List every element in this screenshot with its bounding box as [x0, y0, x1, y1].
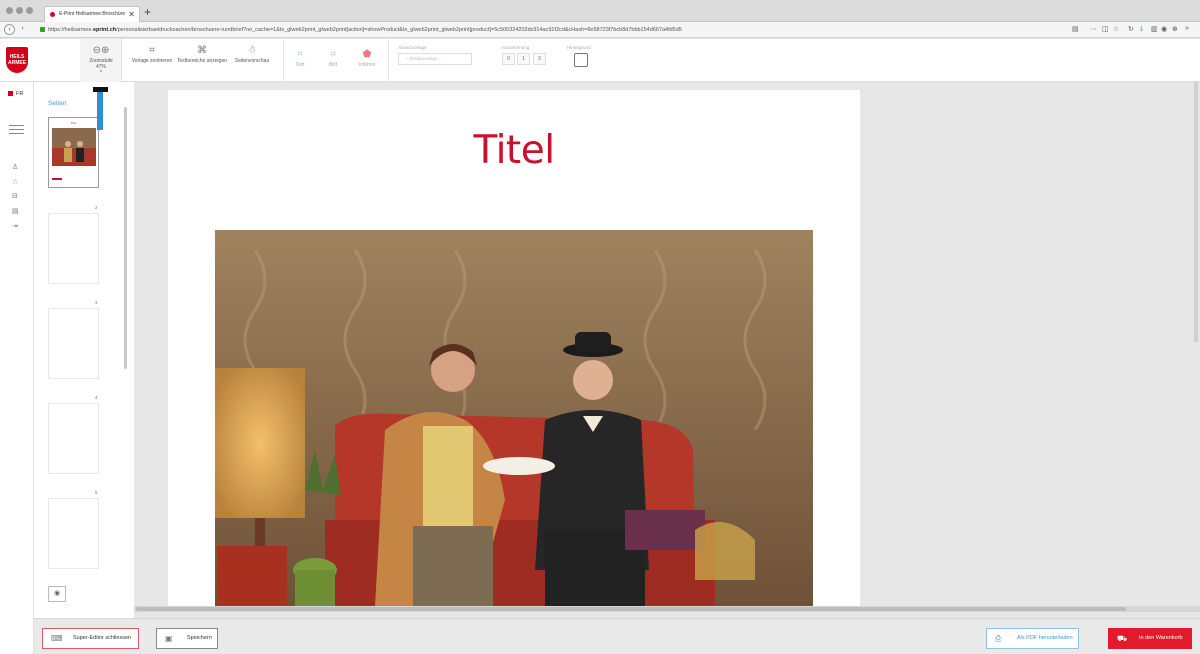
page-number: 4 [95, 395, 98, 400]
bookmark-star-icon[interactable]: ☆ [1113, 25, 1119, 33]
new-tab-icon[interactable]: + [144, 5, 151, 19]
address-field[interactable]: https://heilsarmee.eprint.ch/personalisi… [40, 24, 1060, 36]
sync-icon[interactable]: ⊕ [1172, 25, 1178, 33]
extension-icon[interactable]: ◉ [1161, 25, 1167, 33]
thumb-title: Titel [70, 121, 77, 125]
horizontal-scroll-thumb[interactable] [136, 607, 1126, 611]
reader-icon[interactable]: ▤ [1072, 25, 1079, 33]
page-thumb-2[interactable] [48, 213, 99, 284]
add-to-cart-label: In den Warenkorb [1139, 635, 1183, 641]
cart-add-icon: ⛟ [1117, 634, 1128, 643]
reload-icon[interactable]: ↻ [1128, 25, 1134, 33]
background-label: Hintergrund [567, 45, 591, 50]
emphasis-option-2[interactable]: 2 [533, 53, 546, 65]
url-rest: /personalisierbaeldrucksachen/broschuere… [116, 27, 682, 33]
infobox-label: Infobox [358, 62, 376, 68]
zoom-slider-handle[interactable] [97, 92, 103, 130]
document-title[interactable]: Titel [168, 128, 860, 173]
back-icon[interactable]: ‹ [4, 24, 15, 35]
toolbar-divider [388, 39, 389, 82]
close-editor-button[interactable]: ⌨ Super-Editor schliessen [42, 628, 139, 649]
url-domain: eprint.ch [92, 27, 117, 33]
pdf-icon: ⎙ [995, 634, 1002, 643]
thumb-photo [52, 128, 96, 166]
preview-label: Seitenvorschau [234, 58, 270, 64]
logout-icon[interactable]: ⇥ [12, 222, 18, 230]
save-button[interactable]: ▣ Speichern [156, 628, 218, 649]
language-switch[interactable]: FR [8, 91, 23, 97]
overflow-icon[interactable]: » [1185, 25, 1189, 32]
thumb-footer-mark [52, 178, 62, 180]
canvas-horizontal-scrollbar[interactable] [134, 606, 1200, 612]
eye-icon[interactable]: ◉ [48, 586, 66, 602]
page-thumb-4[interactable] [48, 403, 99, 474]
photo-illustration [215, 230, 813, 606]
window-minimize-dot[interactable] [16, 7, 23, 14]
canvas-vertical-scrollbar[interactable] [1194, 82, 1198, 342]
save-icon: ▣ [165, 634, 173, 643]
star-icon[interactable]: ☆ [12, 178, 18, 186]
pages-scrollbar[interactable] [124, 107, 127, 369]
user-icon[interactable]: ♙ [12, 163, 18, 171]
add-to-cart-button[interactable]: ⛟ In den Warenkorb [1108, 628, 1192, 649]
document-photo[interactable] [215, 230, 813, 606]
paragraph-style-label: Absatzvorlage [398, 45, 427, 50]
tab-title: E-Print Heilsarmee:Broschüre [59, 11, 126, 17]
window-zoom-dot[interactable] [26, 7, 33, 14]
editor-canvas: Titel [134, 82, 1200, 606]
text-areas-label: Textbereiche anzeigen [176, 58, 228, 64]
close-editor-icon: ⌨ [51, 634, 63, 643]
left-rail: FR ♙ ☆ ⊟ ▤ ⇥ [0, 82, 34, 654]
close-editor-label: Super-Editor schliessen [73, 635, 132, 641]
page-thumb-5[interactable] [48, 498, 99, 569]
url-prefix: https://heilsarmee. [48, 27, 93, 33]
page-number: 3 [95, 300, 98, 305]
pages-panel: Seiten Titel 2 3 4 5 ◉ [34, 82, 134, 618]
paragraph-style-select[interactable]: -- Absatzvorlage -- [398, 53, 472, 65]
page-number: 2 [95, 205, 98, 210]
pocket-icon[interactable]: ◫ [1102, 25, 1109, 33]
download-pdf-button[interactable]: ⎙ Als PDF herunterladen [986, 628, 1079, 649]
page-thumb-1[interactable]: Titel [48, 117, 99, 188]
zoom-control[interactable]: ⊖⊕ Zoomstufe 47% ^ [80, 39, 122, 82]
tab-favicon-icon [50, 12, 55, 17]
pages-title: Seiten [48, 100, 67, 107]
browser-tab[interactable]: E-Print Heilsarmee:Broschüre ✕ [44, 6, 140, 22]
menu-icon[interactable] [9, 125, 24, 137]
editor-footer: ⌨ Super-Editor schliessen ▣ Speichern ⎙ … [34, 618, 1200, 654]
download-icon[interactable]: ⤓ [1140, 25, 1143, 33]
emphasis-label: Auszeichnung [501, 45, 530, 50]
zoom-caret-icon[interactable]: ^ [100, 70, 102, 76]
browser-titlebar: E-Print Heilsarmee:Broschüre ✕ + [0, 0, 1200, 22]
library-icon[interactable]: ▥ [1151, 25, 1158, 33]
document-icon[interactable]: ▤ [12, 207, 19, 215]
page-number: 5 [95, 490, 98, 495]
flag-icon [8, 91, 13, 97]
document-page[interactable]: Titel [168, 90, 860, 606]
tab-close-icon[interactable]: ✕ [128, 7, 135, 22]
lock-icon [40, 27, 45, 33]
center-label: Vorlage zentrieren [131, 58, 173, 64]
page-thumb-3[interactable] [48, 308, 99, 379]
emphasis-option-1[interactable]: 1 [517, 53, 530, 65]
heilsarmee-logo: HEILS ARMEE [6, 47, 28, 73]
background-checkbox[interactable] [574, 53, 588, 67]
download-pdf-label: Als PDF herunterladen [1017, 635, 1073, 641]
more-icon[interactable]: ⋯ [1090, 25, 1097, 33]
save-label: Speichern [187, 635, 212, 641]
window-close-dot[interactable] [6, 7, 13, 14]
language-label: FR [16, 91, 24, 97]
emphasis-option-0[interactable]: 0 [502, 53, 515, 65]
browser-urlbar: ‹ › https://heilsarmee.eprint.ch/persona… [0, 22, 1200, 38]
image-tool-label: Bild [328, 62, 338, 68]
cart-icon[interactable]: ⊟ [12, 192, 18, 200]
forward-icon[interactable]: › [17, 24, 28, 35]
